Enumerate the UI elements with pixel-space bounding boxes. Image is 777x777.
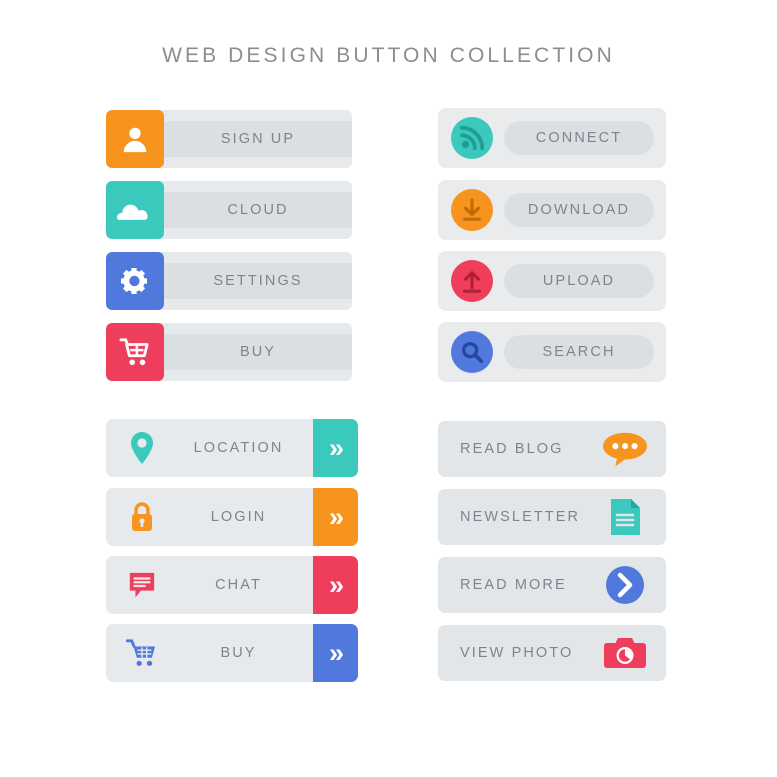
page-title: WEB DESIGN BUTTON COLLECTION [162, 44, 615, 67]
label-pill: DOWNLOAD [504, 193, 654, 227]
button-sign-up[interactable]: SIGN UP [106, 110, 352, 168]
button-cloud[interactable]: CLOUD [106, 181, 352, 239]
button-buy-bottom[interactable]: BUY » [106, 624, 358, 682]
download-arrow-icon [451, 189, 493, 231]
button-label: LOCATION [193, 440, 284, 456]
button-settings[interactable]: SETTINGS [106, 252, 352, 310]
cloud-icon [106, 181, 164, 239]
button-download[interactable]: DOWNLOAD [438, 180, 666, 240]
button-label: NEWSLETTER [460, 509, 581, 525]
button-label: CLOUD [227, 202, 289, 218]
button-buy-top[interactable]: BUY [106, 323, 352, 381]
button-label: CHAT [215, 577, 262, 593]
cart-icon [106, 323, 164, 381]
button-view-photo[interactable]: VIEW PHOTO [438, 625, 666, 681]
shopping-cart-icon [118, 624, 166, 682]
button-label: VIEW PHOTO [460, 645, 574, 661]
button-label: BUY [239, 344, 277, 360]
chevron-double-right-icon[interactable]: » [313, 624, 358, 682]
button-label: BUY [220, 645, 257, 661]
label-pill: UPLOAD [504, 264, 654, 298]
label-pill: SEARCH [504, 335, 654, 369]
button-login[interactable]: LOGIN » [106, 488, 358, 546]
button-label: READ MORE [460, 577, 567, 593]
chevron-double-right-icon[interactable]: » [313, 556, 358, 614]
button-upload[interactable]: UPLOAD [438, 251, 666, 311]
speech-bubble-icon [602, 421, 648, 477]
rss-icon [451, 117, 493, 159]
user-icon [106, 110, 164, 168]
button-label: UPLOAD [542, 273, 616, 289]
button-connect[interactable]: CONNECT [438, 108, 666, 168]
button-label: DOWNLOAD [527, 202, 631, 218]
button-label: SETTINGS [213, 273, 303, 289]
button-read-more[interactable]: READ MORE [438, 557, 666, 613]
button-label: LOGIN [210, 509, 267, 525]
gear-icon [106, 252, 164, 310]
chat-bubble-icon [118, 556, 166, 614]
button-label: SIGN UP [220, 131, 296, 147]
button-label: SEARCH [542, 344, 616, 360]
lock-icon [118, 488, 166, 546]
chevron-double-right-icon[interactable]: » [313, 419, 358, 477]
camera-icon [602, 625, 648, 681]
chevron-circle-icon [602, 557, 648, 613]
upload-arrow-icon [451, 260, 493, 302]
label-pill: CONNECT [504, 121, 654, 155]
document-icon [602, 489, 648, 545]
chevron-double-right-icon[interactable]: » [313, 488, 358, 546]
button-newsletter[interactable]: NEWSLETTER [438, 489, 666, 545]
button-label: CONNECT [535, 130, 623, 146]
magnifier-icon [451, 331, 493, 373]
map-pin-icon [118, 419, 166, 477]
button-chat[interactable]: CHAT » [106, 556, 358, 614]
button-search[interactable]: SEARCH [438, 322, 666, 382]
button-location[interactable]: LOCATION » [106, 419, 358, 477]
button-read-blog[interactable]: READ BLOG [438, 421, 666, 477]
button-label: READ BLOG [460, 441, 564, 457]
